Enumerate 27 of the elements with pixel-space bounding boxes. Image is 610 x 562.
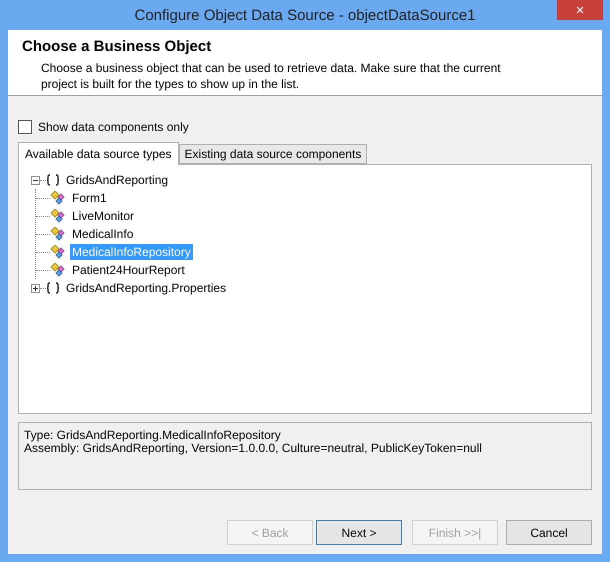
tree-item[interactable]: MedicalInfo [70, 226, 136, 242]
wizard-button[interactable]: Cancel [506, 520, 592, 545]
tree-item[interactable]: Patient24HourReport [70, 262, 187, 278]
class-icon [50, 245, 66, 259]
class-icon [50, 209, 66, 223]
window-title: Configure Object Data Source - objectDataSource1 [134, 6, 476, 24]
page-description: Choose a business object that can be used to retrieve data. Make sure that the current project is built for the types to show up in the list. [41, 60, 502, 92]
class-icon [50, 227, 66, 241]
tree-item[interactable]: Form1 [70, 190, 109, 206]
class-icon [50, 263, 66, 277]
collapse-icon[interactable] [31, 176, 40, 184]
class-icon [50, 191, 66, 205]
tab[interactable]: Existing data source components [178, 144, 368, 164]
wizard-button[interactable]: Next > [316, 520, 402, 545]
checkbox[interactable] [18, 120, 32, 134]
namespace-icon [46, 282, 60, 294]
tree-item[interactable]: GridsAndReporting.Properties [64, 280, 228, 296]
expand-icon[interactable] [31, 284, 40, 292]
namespace-icon [46, 174, 60, 186]
info-text: Assembly: GridsAndReporting, Version=1.0.0.0, Culture=neutral, PublicKeyToken=null [24, 442, 483, 455]
checkbox-label[interactable]: Show data components only [38, 120, 189, 134]
tree-item[interactable]: GridsAndReporting [64, 172, 170, 188]
tab[interactable]: Available data source types [18, 142, 179, 165]
page-heading: Choose a Business Object [22, 38, 212, 55]
close-button[interactable]: ✕ [557, 0, 603, 20]
info-text: Type: GridsAndReporting.MedicalInfoRepository [24, 429, 282, 442]
tree-item[interactable]: LiveMonitor [70, 208, 136, 224]
